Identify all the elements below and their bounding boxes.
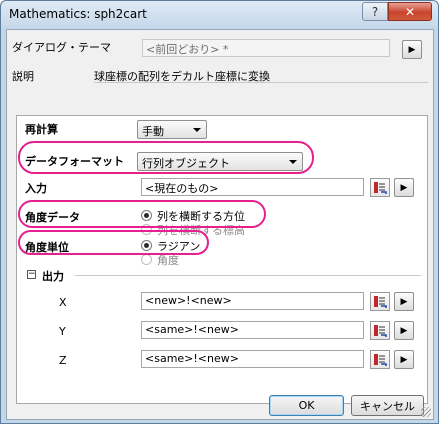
output-y-menu-button[interactable]: ▶ [394,321,414,340]
dialog-body: ダイアログ・テーマ <前回どおり> * ▶ 説明 球座標の配列をデカルト座標に変… [6,29,434,420]
angle-unit-label: 角度単位 [25,241,69,254]
recalculate-label: 再計算 [25,123,58,136]
description-divider [94,82,428,83]
angle-data-option-azimuth-radio[interactable] [141,210,152,221]
ok-button[interactable]: OK [269,395,344,416]
output-z-menu-button[interactable]: ▶ [394,350,414,369]
range-select-button[interactable] [370,178,390,197]
description-label: 説明 [12,70,34,83]
resize-grip[interactable] [421,407,431,417]
input-menu-button[interactable]: ▶ [394,178,414,197]
output-x-label: X [59,296,67,309]
output-divider [75,275,421,276]
dialog-theme-label: ダイアログ・テーマ [12,41,111,54]
output-x-menu-button[interactable]: ▶ [394,292,414,311]
dialog-window: Mathematics: sph2cart ? ✕ ダイアログ・テーマ <前回ど… [0,0,439,424]
output-group-label: 出力 [42,270,64,283]
data-format-value: 行列オブジェクト [142,157,230,170]
output-x-field[interactable]: <new>!<new> [141,292,364,310]
settings-panel: 再計算 手動 データフォーマット 行列オブジェクト 入力 <現在のもの> ▶ 角… [16,115,428,404]
output-y-field[interactable]: <same>!<new> [141,321,364,339]
chevron-down-icon [289,160,297,164]
window-title: Mathematics: sph2cart [9,7,147,21]
angle-unit-option-degree-label[interactable]: 角度 [157,252,179,268]
output-y-range-select-button[interactable] [370,321,390,340]
help-button[interactable]: ? [362,2,388,21]
range-select-icon [374,354,387,366]
range-select-icon [374,296,387,308]
chevron-down-icon [193,128,201,132]
title-bar[interactable]: Mathematics: sph2cart ? ✕ [1,1,438,29]
data-format-label: データフォーマット [25,155,124,168]
angle-unit-option-radian-radio[interactable] [141,240,152,251]
close-button[interactable]: ✕ [388,2,432,21]
output-x-range-select-button[interactable] [370,292,390,311]
output-collapse-toggle[interactable]: − [27,270,36,279]
output-y-label: Y [59,325,66,338]
data-format-dropdown[interactable]: 行列オブジェクト [137,152,303,171]
input-label: 入力 [25,182,47,195]
angle-data-option-elevation-radio[interactable] [141,224,152,235]
output-z-range-select-button[interactable] [370,350,390,369]
angle-unit-option-degree-radio[interactable] [141,254,152,265]
dialog-theme-menu-button[interactable]: ▶ [402,40,422,59]
cancel-button[interactable]: キャンセル [351,395,424,416]
angle-data-label: 角度データ [25,211,80,224]
range-select-icon [374,182,387,194]
recalculate-value: 手動 [142,125,164,138]
angle-data-option-elevation-label[interactable]: 列を横断する標高 [157,222,245,238]
output-z-label: Z [59,354,67,367]
range-select-icon [374,325,387,337]
input-field[interactable]: <現在のもの> [141,178,364,196]
recalculate-dropdown[interactable]: 手動 [137,120,207,139]
dialog-theme-field[interactable]: <前回どおり> * [142,39,390,57]
output-z-field[interactable]: <same>!<new> [141,350,364,368]
